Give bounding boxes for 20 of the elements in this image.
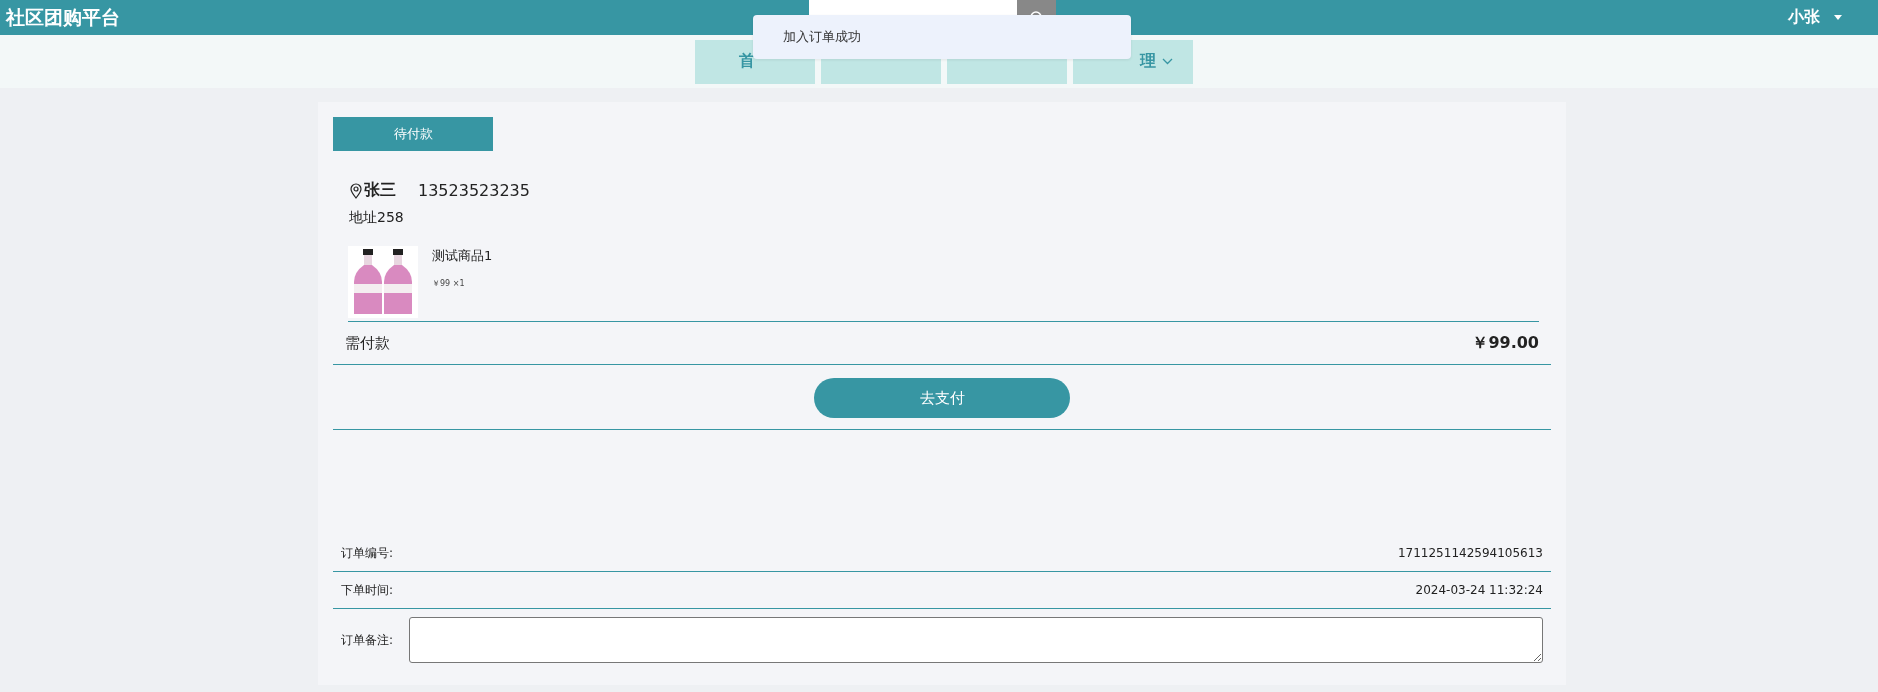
- recipient-name: 张三: [364, 180, 396, 201]
- location-pin-icon: [350, 182, 362, 199]
- status-tab[interactable]: 待付款: [333, 117, 493, 151]
- address: 地址258: [349, 209, 405, 227]
- product-quantity: ×1: [452, 279, 465, 288]
- site-title: 社区团购平台: [6, 4, 120, 30]
- amount-value: ￥99.00: [1472, 332, 1539, 354]
- caret-icon: [1834, 15, 1842, 20]
- detail-value: 1711251142594105613: [1397, 546, 1543, 560]
- detail-label: 订单编号:: [341, 544, 394, 562]
- detail-value: 2024-03-24 11:32:24: [1415, 583, 1543, 597]
- remark-field[interactable]: [409, 617, 1543, 663]
- phone-number: 13523523235: [418, 181, 530, 200]
- remark-label: 订单备注:: [341, 631, 394, 649]
- pay-button[interactable]: 去支付: [814, 378, 1070, 418]
- product-name: 测试商品1: [432, 247, 493, 265]
- user-name[interactable]: 小张: [1788, 7, 1820, 28]
- detail-label: 下单时间:: [341, 581, 394, 599]
- amount-label: 需付款: [345, 333, 390, 353]
- product-price: ￥99: [432, 279, 451, 288]
